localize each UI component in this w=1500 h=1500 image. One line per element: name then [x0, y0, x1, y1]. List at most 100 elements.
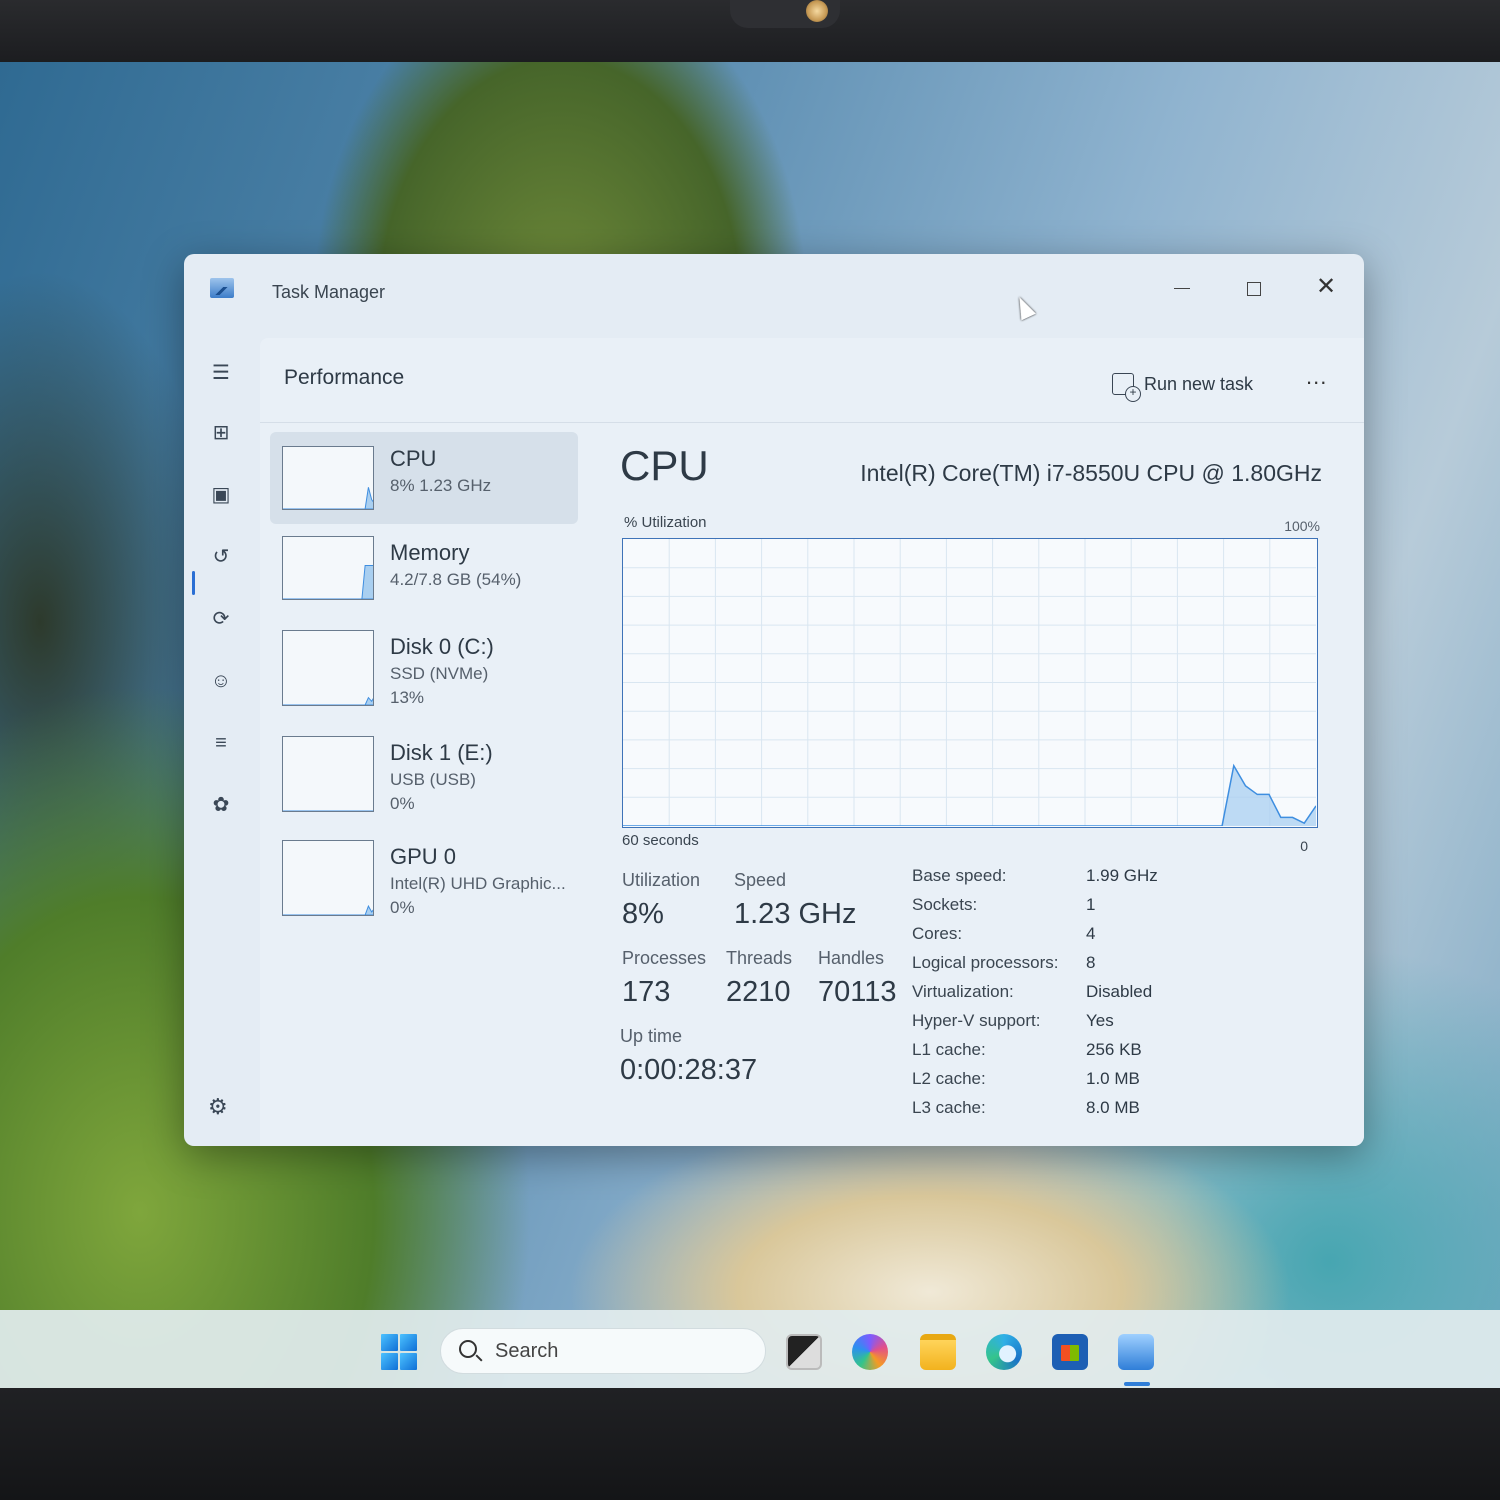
spec-value: 256 KB — [1086, 1040, 1142, 1059]
cpu-mini-graph — [282, 446, 374, 510]
processes-label: Processes — [622, 948, 707, 968]
minimize-button[interactable] — [1162, 268, 1202, 308]
device-name: Memory — [390, 540, 470, 565]
microsoft-365-icon[interactable] — [852, 1334, 888, 1370]
webcam-lens-icon — [806, 0, 828, 22]
uptime-label: Up time — [620, 1026, 683, 1046]
spec-row: Cores: 4 — [912, 924, 1252, 953]
close-icon: ✕ — [1315, 273, 1337, 300]
spec-row: L3 cache: 8.0 MB — [912, 1098, 1252, 1127]
maximize-button[interactable] — [1234, 268, 1274, 308]
laptop-bezel-bottom — [0, 1388, 1500, 1500]
device-subtext: SSD (NVMe) — [390, 664, 489, 683]
window-title: Task Manager — [272, 282, 386, 302]
windows-logo-icon — [381, 1334, 398, 1351]
task-view-icon[interactable] — [786, 1334, 822, 1370]
start-button[interactable] — [381, 1334, 417, 1370]
search-placeholder: Search — [495, 1340, 559, 1362]
device-name: Disk 1 (E:) — [390, 740, 493, 765]
device-subtext: 4.2/7.8 GB (54%) — [390, 570, 522, 589]
device-item-disk1[interactable]: Disk 1 (E:) USB (USB) 0% — [270, 730, 578, 822]
device-item-memory[interactable]: Memory 4.2/7.8 GB (54%) — [270, 528, 578, 620]
app-history-icon[interactable]: ↺ — [208, 544, 234, 570]
spec-value: 8 — [1086, 953, 1096, 972]
spec-value: 4 — [1086, 924, 1096, 943]
run-new-task-button[interactable]: Run new task — [1112, 368, 1253, 402]
more-options-button[interactable]: ... — [1306, 364, 1327, 390]
details-icon[interactable]: ≡ — [208, 730, 234, 756]
device-subtext-2: 0% — [390, 898, 415, 917]
nav-selected-indicator — [192, 571, 195, 595]
mini-graph-area — [283, 696, 373, 705]
spec-key: Hyper-V support: — [912, 1011, 1041, 1030]
spec-value: 8.0 MB — [1086, 1098, 1140, 1117]
disk1-mini-graph — [282, 736, 374, 812]
cpu-model: Intel(R) Core(TM) i7-8550U CPU @ 1.80GHz — [860, 460, 1322, 486]
device-subtext: Intel(R) UHD Graphic... — [390, 874, 566, 893]
close-button[interactable]: ✕ — [1306, 268, 1346, 308]
processes-value: 173 — [622, 976, 671, 1008]
time-zero-label: 0 — [1300, 838, 1308, 854]
spec-row: Base speed: 1.99 GHz — [912, 866, 1252, 895]
cpu-utilization-graph — [622, 538, 1318, 828]
navigation-rail: ☰ ⊞ ▣ ↺ ⟳ ☺ ≡ ✿ — [184, 340, 258, 1146]
threads-label: Threads — [726, 948, 793, 968]
cpu-utilization-area — [623, 765, 1316, 826]
task-manager-app-icon — [210, 278, 234, 298]
spec-value: 1.99 GHz — [1086, 866, 1158, 885]
utilization-value: 8% — [622, 898, 664, 930]
mini-graph-area — [283, 565, 373, 599]
device-item-gpu0[interactable]: GPU 0 Intel(R) UHD Graphic... 0% — [270, 834, 578, 926]
detail-title: CPU — [620, 442, 709, 489]
users-icon[interactable]: ☺ — [208, 668, 234, 694]
speed-value: 1.23 GHz — [734, 898, 857, 930]
handles-label: Handles — [818, 948, 885, 968]
spec-row: Logical processors: 8 — [912, 953, 1252, 982]
mini-graph-area — [283, 487, 373, 509]
run-task-icon — [1112, 373, 1141, 402]
task-manager-window: Task Manager ✕ ☰ ⊞ ▣ ↺ ⟳ ☺ ≡ ✿ Performan… — [184, 254, 1364, 1146]
performance-icon[interactable]: ▣ — [208, 482, 234, 508]
device-subtext-2: 0% — [390, 794, 415, 813]
spec-value: 1 — [1086, 895, 1096, 914]
taskbar-search-box[interactable]: Search — [440, 1328, 766, 1374]
store-icon[interactable] — [1052, 1334, 1088, 1370]
utilization-max-label: 100% — [1284, 518, 1320, 534]
device-subtext: 8% 1.23 GHz — [390, 476, 492, 495]
cpu-utilization-line — [623, 763, 1316, 826]
threads-value: 2210 — [726, 976, 791, 1008]
services-icon[interactable]: ✿ — [208, 792, 234, 818]
disk0-mini-graph — [282, 630, 374, 706]
settings-icon[interactable]: ⚙ — [208, 1094, 228, 1120]
mini-graph-area — [283, 904, 373, 915]
utilization-axis-label: % Utilization — [624, 514, 707, 531]
startup-apps-icon[interactable]: ⟳ — [208, 606, 234, 632]
speed-label: Speed — [734, 870, 787, 890]
spec-key: L1 cache: — [912, 1040, 986, 1059]
file-explorer-icon[interactable] — [920, 1334, 956, 1370]
header-divider — [260, 422, 1364, 423]
device-item-disk0[interactable]: Disk 0 (C:) SSD (NVMe) 13% — [270, 624, 578, 716]
page-title: Performance — [284, 366, 405, 389]
spec-row: Sockets: 1 — [912, 895, 1252, 924]
device-item-cpu[interactable]: CPU 8% 1.23 GHz — [270, 432, 578, 524]
memory-mini-graph — [282, 536, 374, 600]
minimize-icon — [1174, 288, 1190, 290]
spec-row: Hyper-V support: Yes — [912, 1011, 1252, 1040]
performance-page: Performance Run new task ... CPU 8% 1.23… — [260, 338, 1364, 1146]
time-range-label: 60 seconds — [622, 832, 699, 849]
edge-icon[interactable] — [986, 1334, 1022, 1370]
spec-value: Yes — [1086, 1011, 1114, 1030]
task-manager-icon[interactable] — [1118, 1334, 1154, 1370]
hamburger-menu-icon[interactable]: ☰ — [208, 360, 234, 386]
spec-key: L2 cache: — [912, 1069, 986, 1088]
device-name: Disk 0 (C:) — [390, 634, 494, 659]
laptop-bezel-top — [0, 0, 1500, 62]
spec-key: Virtualization: — [912, 982, 1014, 1001]
title-bar[interactable]: Task Manager ✕ — [184, 254, 1364, 334]
maximize-icon — [1247, 281, 1261, 296]
gpu0-mini-graph — [282, 840, 374, 916]
spec-row: L1 cache: 256 KB — [912, 1040, 1252, 1069]
device-subtext-2: 13% — [390, 688, 425, 707]
processes-icon[interactable]: ⊞ — [208, 420, 234, 446]
